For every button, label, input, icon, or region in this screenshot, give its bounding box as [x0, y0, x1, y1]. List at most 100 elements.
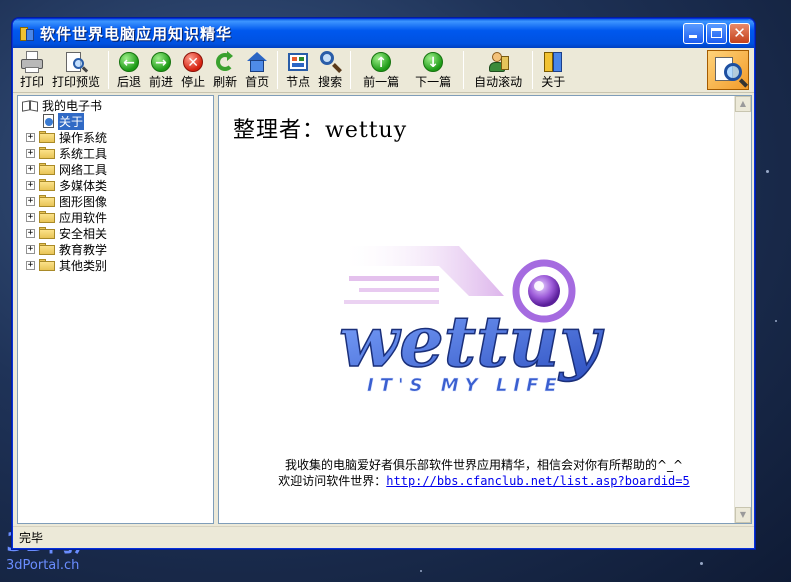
tree-item-about[interactable]: 关于: [42, 112, 85, 130]
logo-word: wettuy: [339, 300, 604, 383]
expand-plus-icon[interactable]: +: [26, 212, 35, 222]
tree-folder-label: 安全相关: [59, 226, 108, 241]
toolbar-separator: [108, 51, 110, 89]
intro-line: 我收集的电脑爱好者俱乐部软件世界应用精华，相信会对你有所帮助的^_^: [284, 458, 684, 472]
vertical-scrollbar[interactable]: ▲ ▼: [734, 96, 751, 523]
scroll-up-arrow-icon[interactable]: ▲: [735, 96, 751, 112]
expand-plus-icon[interactable]: +: [26, 228, 35, 238]
desktop-star: [700, 562, 703, 565]
status-text: 完毕: [19, 531, 44, 545]
node-label: 节点: [286, 75, 311, 89]
content-pane: 整理者：wettuy wettuy IT'S MY LIFE 我收集的电脑爱好者…: [218, 95, 752, 524]
tree-folder-item[interactable]: + 其他类别: [26, 257, 108, 273]
about-label: 关于: [541, 75, 566, 89]
folder-icon: [39, 131, 55, 143]
node-button[interactable]: 节点: [282, 48, 314, 92]
app-logo-icon: [707, 50, 749, 90]
tree-folder-item[interactable]: + 系统工具: [26, 145, 108, 161]
expand-plus-icon[interactable]: +: [26, 164, 35, 174]
stop-icon: ✕: [181, 50, 205, 74]
search-button[interactable]: 搜索: [314, 48, 346, 92]
refresh-button[interactable]: 刷新: [209, 48, 241, 92]
toolbar: 打印 打印预览 ← 后退 → 前进 ✕ 停止 刷新 首页 节点 搜索 ↑ 前一篇…: [13, 48, 754, 93]
window-title: 软件世界电脑应用知识精华: [40, 25, 233, 43]
print-preview-icon: [64, 50, 89, 74]
print-preview-label: 打印预览: [52, 75, 101, 89]
toolbar-separator: [350, 51, 352, 89]
refresh-label: 刷新: [213, 75, 238, 89]
stop-button[interactable]: ✕ 停止: [177, 48, 209, 92]
folder-icon: [39, 243, 55, 255]
close-icon: ✕: [733, 24, 746, 42]
prev-article-label: 前一篇: [363, 75, 400, 89]
prev-article-button[interactable]: ↑ 前一篇: [355, 48, 407, 92]
up-arrow-icon: ↑: [369, 50, 393, 74]
auto-scroll-label: 自动滚动: [474, 75, 523, 89]
folder-icon: [39, 227, 55, 239]
expand-plus-icon[interactable]: +: [26, 260, 35, 270]
tree-folder-item[interactable]: + 网络工具: [26, 161, 108, 177]
forward-label: 前进: [149, 75, 174, 89]
open-book-icon: [22, 99, 38, 112]
expand-plus-icon[interactable]: +: [26, 132, 35, 142]
visit-line: 欢迎访问软件世界：http://bbs.cfanclub.net/list.as…: [249, 473, 719, 489]
tree-folder-item[interactable]: + 应用软件: [26, 209, 108, 225]
tree-folder-label: 其他类别: [59, 258, 108, 273]
desktop-star: [775, 320, 777, 322]
back-button[interactable]: ← 后退: [113, 48, 145, 92]
window-controls: ✕: [683, 23, 750, 44]
back-label: 后退: [117, 75, 142, 89]
refresh-icon: [213, 50, 237, 74]
forum-link[interactable]: http://bbs.cfanclub.net/list.asp?boardid…: [386, 474, 689, 488]
minimize-button[interactable]: [683, 23, 704, 44]
page-icon: [42, 113, 55, 129]
toolbar-separator: [277, 51, 279, 89]
tree-folder-item[interactable]: + 多媒体类: [26, 177, 108, 193]
next-article-button[interactable]: ↓ 下一篇: [407, 48, 459, 92]
expand-plus-icon[interactable]: +: [26, 180, 35, 190]
tree-folder-label: 系统工具: [59, 146, 108, 161]
expand-plus-icon[interactable]: +: [26, 196, 35, 206]
search-label: 搜索: [318, 75, 343, 89]
page-heading: 整理者：wettuy: [233, 118, 408, 143]
folder-icon: [39, 163, 55, 175]
search-icon: [318, 50, 343, 74]
auto-scroll-button[interactable]: 自动滚动: [468, 48, 528, 92]
folder-icon: [39, 259, 55, 271]
forward-button[interactable]: → 前进: [145, 48, 177, 92]
expand-plus-icon[interactable]: +: [26, 148, 35, 158]
desktop-star: [420, 570, 422, 572]
tree-pane: 我的电子书 关于 + 操作系统 + 系统工具 + 网络工具 + 多媒体类 + 图形图像 + 应用软件 +…: [17, 95, 214, 524]
stop-label: 停止: [181, 75, 206, 89]
about-book-icon: [541, 50, 565, 74]
tree-folder-item[interactable]: + 操作系统: [26, 129, 108, 145]
about-button[interactable]: 关于: [537, 48, 569, 92]
maximize-button[interactable]: [706, 23, 727, 44]
desktop-star: [766, 170, 769, 173]
scroll-down-arrow-icon[interactable]: ▼: [735, 507, 751, 523]
visit-prefix: 欢迎访问软件世界：: [278, 474, 387, 488]
tree-folder-label: 网络工具: [59, 162, 108, 177]
printer-icon: [20, 50, 44, 74]
back-arrow-icon: ←: [117, 50, 141, 74]
tree-folder-item[interactable]: + 图形图像: [26, 193, 108, 209]
folder-icon: [39, 179, 55, 191]
tree-folder-item[interactable]: + 教育教学: [26, 241, 108, 257]
home-button[interactable]: 首页: [241, 48, 273, 92]
expand-plus-icon[interactable]: +: [26, 244, 35, 254]
wettuy-logo: wettuy IT'S MY LIFE: [338, 246, 605, 396]
auto-scroll-icon: [486, 50, 510, 74]
down-arrow-icon: ↓: [421, 50, 445, 74]
print-button[interactable]: 打印: [16, 48, 48, 92]
tree-root[interactable]: 我的电子书: [22, 97, 103, 113]
home-label: 首页: [245, 75, 270, 89]
print-preview-button[interactable]: 打印预览: [48, 48, 104, 92]
close-button[interactable]: ✕: [729, 23, 750, 44]
print-label: 打印: [20, 75, 45, 89]
title-bar[interactable]: 软件世界电脑应用知识精华 ✕: [13, 19, 754, 48]
minimize-icon: [689, 35, 697, 38]
logo-tagline: IT'S MY LIFE: [367, 375, 563, 396]
next-article-label: 下一篇: [415, 75, 452, 89]
tree-folder-item[interactable]: + 安全相关: [26, 225, 108, 241]
forward-arrow-icon: →: [149, 50, 173, 74]
